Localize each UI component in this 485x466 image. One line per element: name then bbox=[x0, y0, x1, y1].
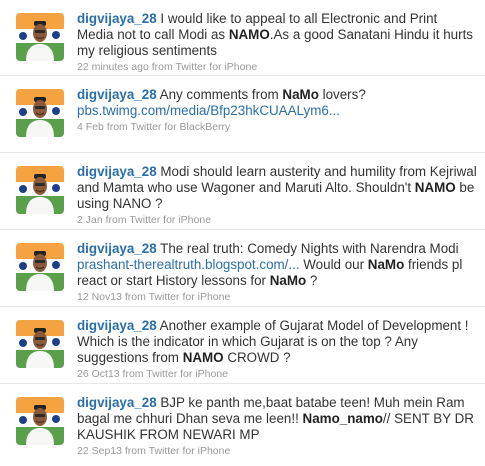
tweet-meta: 22 Sep13 from Twitter for iPhone bbox=[77, 445, 477, 458]
highlight-term: NaMo bbox=[269, 273, 307, 288]
tweet-meta: 22 minutes ago from Twitter for iPhone bbox=[77, 61, 477, 74]
username-link[interactable]: digvijaya_28 bbox=[77, 395, 157, 410]
highlight-term: NAMO bbox=[414, 180, 456, 195]
profile-photo-icon bbox=[16, 320, 64, 368]
tweet-body: digvijaya_28 Modi should learn austerity… bbox=[77, 164, 477, 227]
tweet-item: digvijaya_28 Modi should learn austerity… bbox=[0, 153, 485, 230]
timestamp-link[interactable]: 26 Oct13 bbox=[77, 368, 120, 380]
tweet-feed: digvijaya_28 I would like to appeal to a… bbox=[0, 0, 485, 466]
tweet-meta: 12 Nov13 from Twitter for iPhone bbox=[77, 291, 477, 304]
tweet-meta: 26 Oct13 from Twitter for iPhone bbox=[77, 368, 477, 381]
tweet-item: digvijaya_28 I would like to appeal to a… bbox=[0, 0, 485, 76]
tweet-item: digvijaya_28 The real truth: Comedy Nigh… bbox=[0, 230, 485, 307]
source-label: from Twitter for BlackBerry bbox=[106, 121, 231, 133]
tweet-text-segment: Any comments from bbox=[156, 87, 283, 102]
tweet-body: digvijaya_28 Another example of Gujarat … bbox=[77, 318, 477, 381]
tweet-text-segment: lovers? bbox=[318, 87, 366, 102]
tweet-meta: 4 Feb from Twitter for BlackBerry bbox=[77, 121, 477, 134]
timestamp-link[interactable]: 22 Sep13 bbox=[77, 445, 122, 457]
highlight-term: Namo_namo bbox=[302, 411, 383, 426]
timestamp-link[interactable]: 2 Jan bbox=[77, 214, 103, 226]
profile-photo-icon bbox=[16, 89, 64, 137]
avatar[interactable] bbox=[16, 13, 64, 61]
tweet-text-segment: Would our bbox=[299, 257, 368, 272]
username-link[interactable]: digvijaya_28 bbox=[77, 241, 157, 256]
tweet-text-segment: ? bbox=[306, 273, 318, 288]
profile-photo-icon bbox=[16, 243, 64, 291]
profile-photo-icon bbox=[16, 13, 64, 61]
tweet-item: digvijaya_28 BJP ke panth me,baat batabe… bbox=[0, 384, 485, 466]
tweet-item: digvijaya_28 Another example of Gujarat … bbox=[0, 307, 485, 384]
username-link[interactable]: digvijaya_28 bbox=[77, 11, 157, 26]
highlight-term: NAMO bbox=[182, 350, 224, 365]
tweet-text-segment: CROWD ? bbox=[223, 350, 291, 365]
username-link[interactable]: digvijaya_28 bbox=[77, 164, 157, 179]
highlight-term: NAMO bbox=[228, 27, 270, 42]
highlight-term: NaMo bbox=[282, 87, 319, 102]
timestamp-link[interactable]: 4 Feb bbox=[77, 121, 104, 133]
source-label: from Twitter for iPhone bbox=[124, 291, 231, 303]
tweet-link[interactable]: prashant-therealtruth.blogspot.com/... bbox=[77, 257, 300, 272]
username-link[interactable]: digvijaya_28 bbox=[77, 318, 157, 333]
avatar[interactable] bbox=[16, 166, 64, 214]
tweet-body: digvijaya_28 I would like to appeal to a… bbox=[77, 11, 477, 74]
avatar[interactable] bbox=[16, 89, 64, 137]
source-label: from Twitter for iPhone bbox=[151, 61, 258, 73]
timestamp-link[interactable]: 22 minutes ago bbox=[77, 61, 149, 73]
source-label: from Twitter for iPhone bbox=[124, 445, 231, 457]
tweet-item: digvijaya_28 Any comments from NaMo love… bbox=[0, 76, 485, 153]
tweet-text-segment: The real truth: Comedy Nights with Naren… bbox=[156, 241, 459, 256]
tweet-body: digvijaya_28 BJP ke panth me,baat batabe… bbox=[77, 395, 477, 458]
profile-photo-icon bbox=[16, 397, 64, 445]
avatar[interactable] bbox=[16, 243, 64, 291]
username-link[interactable]: digvijaya_28 bbox=[77, 87, 157, 102]
source-label: from Twitter for iPhone bbox=[105, 214, 212, 226]
highlight-term: NaMo bbox=[367, 257, 405, 272]
timestamp-link[interactable]: 12 Nov13 bbox=[77, 291, 122, 303]
source-label: from Twitter for iPhone bbox=[122, 368, 228, 380]
tweet-link[interactable]: pbs.twimg.com/media/Bfp23hkCUAALym6... bbox=[77, 103, 340, 118]
tweet-body: digvijaya_28 Any comments from NaMo love… bbox=[77, 87, 477, 134]
tweet-body: digvijaya_28 The real truth: Comedy Nigh… bbox=[77, 241, 477, 304]
profile-photo-icon bbox=[16, 166, 64, 214]
tweet-meta: 2 Jan from Twitter for iPhone bbox=[77, 214, 477, 227]
avatar[interactable] bbox=[16, 320, 64, 368]
avatar[interactable] bbox=[16, 397, 64, 445]
